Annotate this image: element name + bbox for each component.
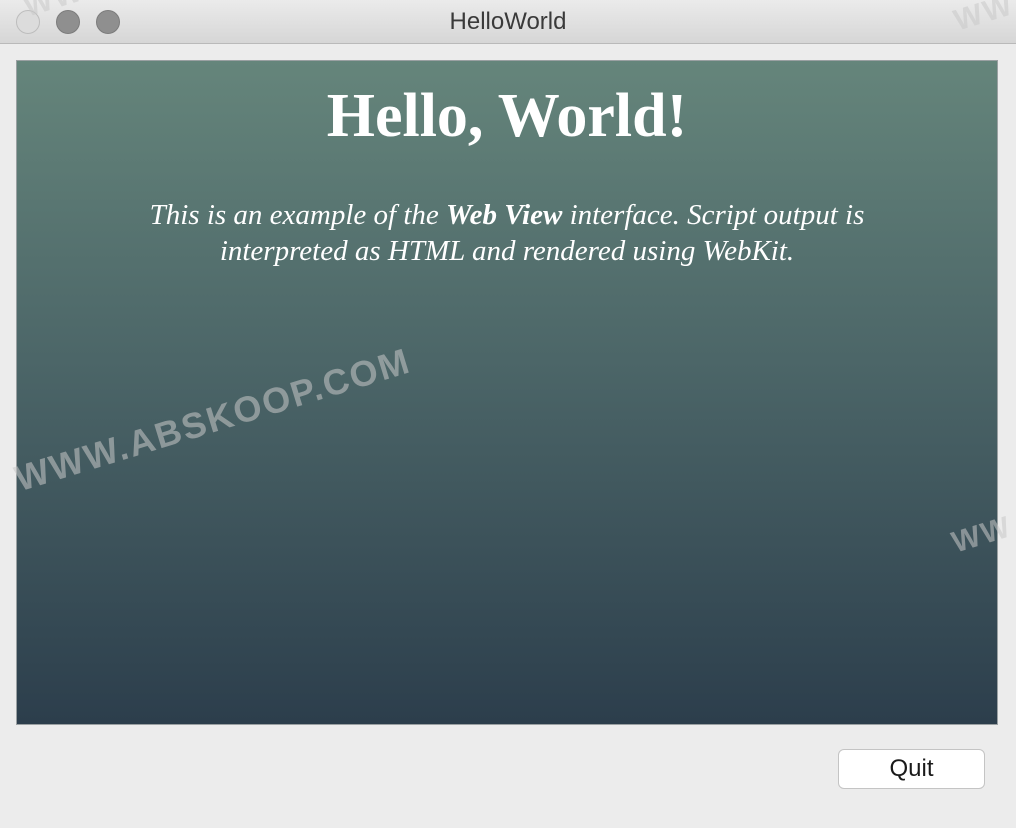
app-window: HelloWorld Hello, World! This is an exam… — [0, 0, 1016, 828]
description-bold: Web View — [446, 199, 563, 231]
description-paragraph: This is an example of the Web View inter… — [87, 197, 927, 269]
quit-button[interactable]: Quit — [838, 749, 985, 789]
title-bar[interactable]: HelloWorld — [0, 0, 1016, 44]
description-part-1: This is an example of the — [149, 199, 447, 231]
window-title: HelloWorld — [449, 8, 567, 35]
web-view: Hello, World! This is an example of the … — [16, 60, 998, 725]
hello-heading: Hello, World! — [326, 82, 688, 150]
